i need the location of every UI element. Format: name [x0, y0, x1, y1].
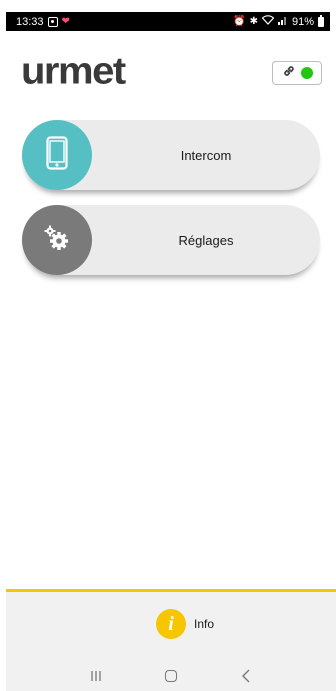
reglages-label: Réglages — [178, 232, 234, 248]
smartphone-icon — [46, 135, 68, 175]
intercom-icon-circle — [22, 120, 92, 190]
intercom-button[interactable]: Intercom — [22, 120, 320, 190]
battery-icon — [318, 14, 324, 27]
recent-apps-icon[interactable] — [81, 664, 111, 688]
info-icon: i — [156, 609, 186, 639]
home-icon[interactable] — [156, 664, 186, 688]
connection-status-badge[interactable] — [272, 61, 322, 85]
alarm-icon: ⏰ — [233, 15, 246, 27]
status-time: 13:33 — [16, 15, 44, 28]
back-icon[interactable] — [231, 664, 261, 688]
info-label: Info — [194, 617, 215, 631]
link-icon — [281, 63, 297, 84]
gears-icon — [43, 225, 71, 256]
connection-status-dot — [301, 67, 313, 79]
home-icon-shape — [164, 669, 177, 682]
reglages-button[interactable]: Réglages — [22, 205, 320, 275]
info-button[interactable]: i Info — [156, 609, 214, 639]
notification-icon — [47, 16, 58, 27]
status-bar: 13:33 ❤ ⏰ ✱ 91% — [6, 12, 330, 31]
bluetooth-icon: ✱ — [249, 15, 258, 27]
wifi-icon — [261, 15, 275, 28]
app-screen: 13:33 ❤ ⏰ ✱ 91% urmet Intercom Réglages … — [0, 0, 336, 691]
intercom-label: Intercom — [180, 147, 232, 163]
battery-percent: 91% — [291, 15, 314, 28]
heart-icon: ❤ — [61, 15, 70, 27]
urmet-logo: urmet — [21, 50, 126, 92]
reglages-icon-circle — [22, 205, 92, 275]
signal-icon — [277, 15, 288, 28]
status-bar-left: 13:33 ❤ — [16, 16, 70, 28]
system-nav-bar — [6, 660, 336, 691]
status-bar-right: ⏰ ✱ 91% — [233, 14, 324, 28]
